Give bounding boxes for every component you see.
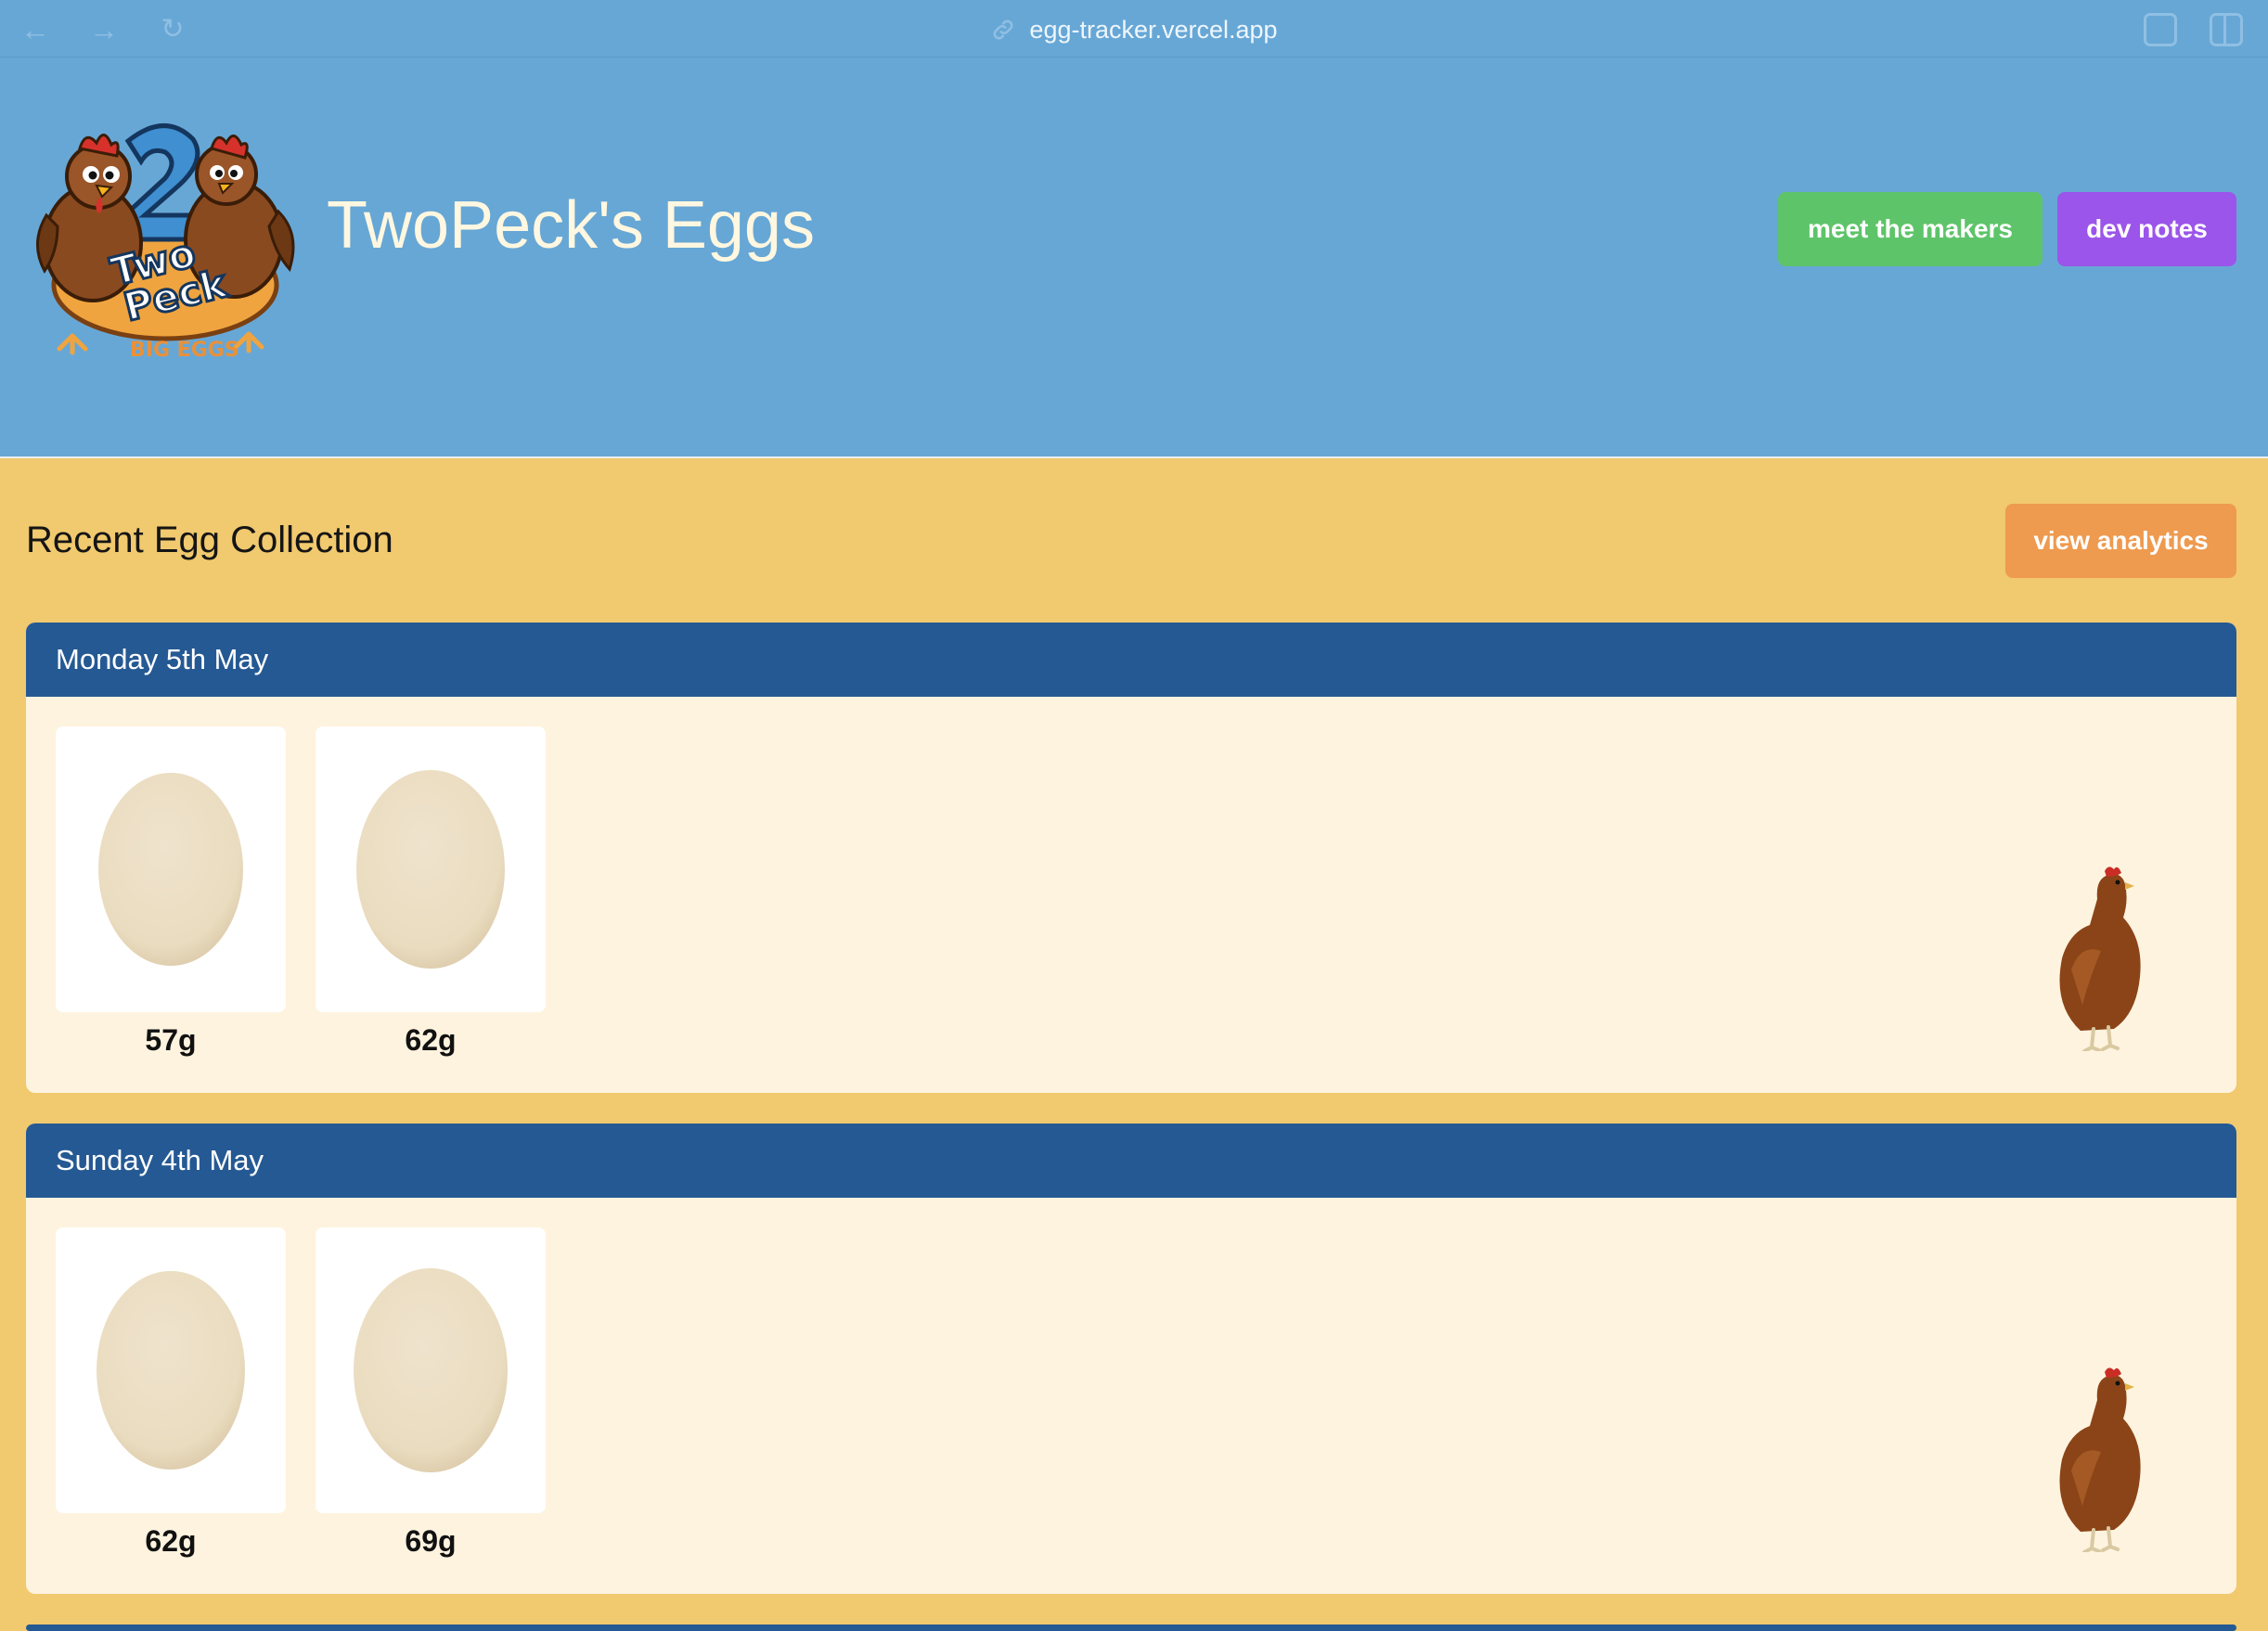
egg-card[interactable]: [316, 726, 546, 1012]
egg-icon: [354, 1268, 508, 1472]
view-analytics-button[interactable]: view analytics: [2005, 504, 2236, 578]
sidebar-toggle-icon[interactable]: [2210, 13, 2243, 46]
meet-the-makers-button[interactable]: meet the makers: [1778, 192, 2042, 266]
egg-item[interactable]: 69g: [316, 1227, 546, 1559]
site-header: Two Peck BIG EGGS TwoPeck's Eggs meet th…: [0, 58, 2268, 458]
hen-image: [2059, 867, 2141, 1051]
egg-icon: [98, 773, 243, 966]
day-header: Monday 5th May: [26, 623, 2236, 697]
svg-text:BIG EGGS: BIG EGGS: [130, 339, 239, 362]
dev-notes-button[interactable]: dev notes: [2057, 192, 2236, 266]
address-bar[interactable]: egg-tracker.vercel.app: [0, 13, 2268, 46]
egg-icon: [356, 770, 505, 969]
egg-card[interactable]: [316, 1227, 546, 1513]
egg-weight: 62g: [405, 1023, 457, 1057]
day-header: Sunday 4th May: [26, 1124, 2236, 1198]
twopeck-logo: Two Peck BIG EGGS: [35, 123, 295, 362]
egg-weight: 69g: [405, 1524, 457, 1558]
egg-weight: 57g: [145, 1023, 197, 1057]
extensions-icon[interactable]: [2144, 13, 2177, 46]
egg-weight: 62g: [145, 1524, 197, 1558]
hen-image: [2059, 1368, 2141, 1552]
egg-icon: [97, 1271, 245, 1470]
section-title: Recent Egg Collection: [26, 520, 393, 560]
url-text: egg-tracker.vercel.app: [1029, 15, 1278, 44]
egg-card[interactable]: [56, 1227, 286, 1513]
site-title: TwoPeck's Eggs: [327, 188, 815, 263]
egg-item[interactable]: 57g: [56, 726, 286, 1058]
day-card: Monday 5th May 57g 62g: [26, 623, 2236, 1093]
egg-item[interactable]: 62g: [316, 726, 546, 1058]
link-icon: [993, 19, 1013, 40]
egg-item[interactable]: 62g: [56, 1227, 286, 1559]
day-card: [26, 1625, 2236, 1631]
browser-toolbar: ← → ↻ egg-tracker.vercel.app: [0, 0, 2268, 58]
day-header: [26, 1625, 2236, 1631]
egg-card[interactable]: [56, 726, 286, 1012]
day-card: Sunday 4th May 62g 69g: [26, 1124, 2236, 1594]
